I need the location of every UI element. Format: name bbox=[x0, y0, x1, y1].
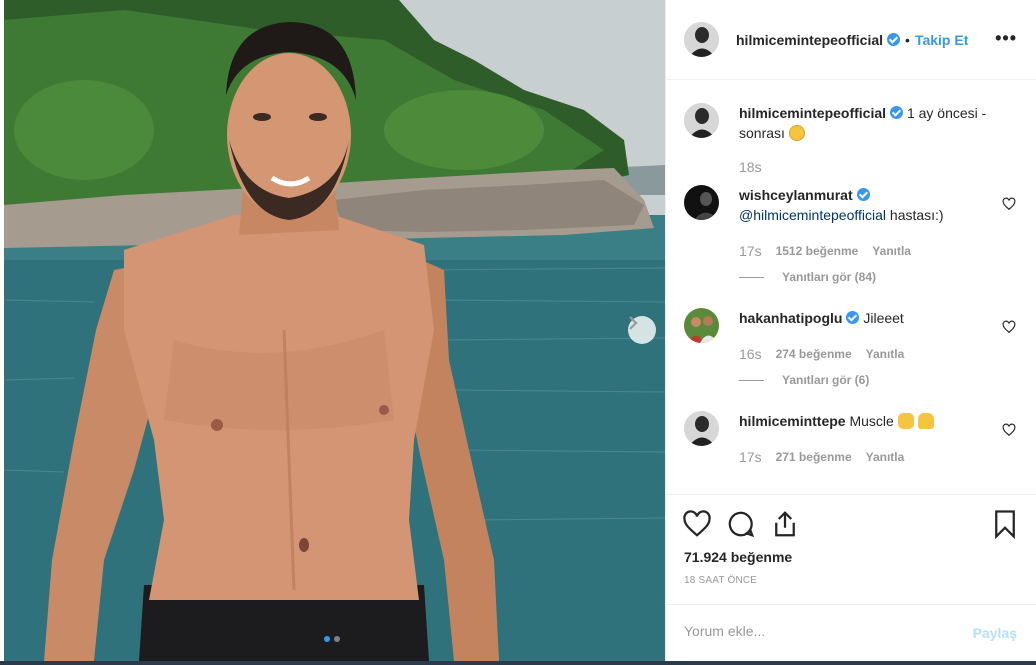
comment-time[interactable]: 17s bbox=[739, 449, 762, 465]
verified-badge-icon bbox=[846, 311, 860, 324]
comment-message: Jileeet bbox=[863, 310, 904, 326]
carousel-indicator bbox=[324, 636, 340, 642]
post-timestamp[interactable]: 18 SAAT ÖNCE bbox=[684, 575, 757, 586]
avatar[interactable] bbox=[684, 103, 719, 138]
chevron-right-icon bbox=[629, 316, 638, 330]
avatar-image bbox=[684, 411, 719, 446]
follow-button[interactable]: Takip Et bbox=[915, 32, 968, 48]
comment-text: wishceylanmurat @hilmicemintepeofficial … bbox=[739, 185, 999, 225]
avatar-image bbox=[684, 103, 719, 138]
comment-meta: 17s 271 beğenme Yanıtla bbox=[739, 449, 904, 465]
carousel-dot bbox=[334, 636, 340, 642]
comment-username[interactable]: wishceylanmurat bbox=[739, 187, 853, 203]
comment-likes[interactable]: 1512 beğenme bbox=[776, 244, 859, 258]
post-photo[interactable] bbox=[4, 0, 665, 661]
view-replies-label: Yanıtları gör (6) bbox=[782, 373, 870, 387]
fist-emoji-icon bbox=[897, 413, 914, 429]
post-comment-button[interactable]: Paylaş bbox=[973, 625, 1017, 641]
comment-text: hakanhatipoglu Jileeet bbox=[739, 308, 999, 328]
caption-meta: 18s bbox=[739, 159, 762, 175]
comment-time[interactable]: 17s bbox=[739, 243, 762, 259]
comment-like-heart-icon[interactable] bbox=[1002, 197, 1016, 211]
comment-reply-button[interactable]: Yanıtla bbox=[872, 244, 911, 258]
comment-input[interactable] bbox=[684, 623, 944, 639]
caption-text: hilmicemintepeofficial 1 ay öncesi - son… bbox=[739, 103, 999, 143]
view-replies-button[interactable]: Yanıtları gör (84) bbox=[739, 270, 876, 284]
add-comment-bar: Paylaş bbox=[666, 604, 1036, 661]
comment-text: hilmiceminttepe Muscle bbox=[739, 411, 999, 431]
comment-bubble-icon[interactable] bbox=[726, 509, 756, 539]
photo-illustration bbox=[4, 0, 665, 661]
post-panel: hilmicemintepeofficial • Takip Et ••• hi… bbox=[665, 0, 1036, 661]
caption-time[interactable]: 18s bbox=[739, 159, 762, 175]
comment-meta: 16s 274 beğenme Yanıtla bbox=[739, 346, 904, 362]
comment-likes[interactable]: 274 beğenme bbox=[776, 347, 852, 361]
share-icon[interactable] bbox=[770, 509, 800, 539]
comment-like-heart-icon[interactable] bbox=[1002, 320, 1016, 334]
verified-badge-icon bbox=[887, 33, 901, 46]
verified-badge-icon bbox=[890, 106, 904, 119]
comment-reply-button[interactable]: Yanıtla bbox=[866, 450, 905, 464]
header-username[interactable]: hilmicemintepeofficial bbox=[736, 32, 883, 48]
header-separator: • bbox=[905, 31, 910, 48]
comment-message: hastası:) bbox=[886, 207, 944, 223]
avatar[interactable] bbox=[684, 411, 719, 446]
avatar-image bbox=[684, 185, 719, 220]
post-actions: 71.924 beğenme 18 SAAT ÖNCE bbox=[666, 494, 1036, 604]
taskbar-strip bbox=[0, 661, 1036, 665]
post-modal: hilmicemintepeofficial • Takip Et ••• hi… bbox=[0, 0, 1036, 665]
bookmark-icon[interactable] bbox=[990, 509, 1020, 539]
post-header: hilmicemintepeofficial • Takip Et ••• bbox=[666, 0, 1036, 80]
comment-likes[interactable]: 271 beğenme bbox=[776, 450, 852, 464]
avatar-image bbox=[684, 22, 719, 57]
like-heart-icon[interactable] bbox=[682, 509, 712, 539]
comment-message: Muscle bbox=[849, 413, 894, 429]
avatar[interactable] bbox=[684, 308, 719, 343]
view-replies-button[interactable]: Yanıtları gör (6) bbox=[739, 373, 869, 387]
carousel-dot-active bbox=[324, 636, 330, 642]
comment-meta: 17s 1512 beğenme Yanıtla bbox=[739, 243, 911, 259]
likes-count[interactable]: 71.924 beğenme bbox=[684, 549, 792, 565]
comments-list[interactable]: hilmicemintepeofficial 1 ay öncesi - son… bbox=[666, 81, 1036, 494]
more-options-icon[interactable]: ••• bbox=[995, 28, 1017, 49]
comment-username[interactable]: hilmiceminttepe bbox=[739, 413, 846, 429]
carousel-next-button[interactable] bbox=[628, 316, 656, 344]
verified-badge-icon bbox=[856, 188, 870, 201]
comment-reply-button[interactable]: Yanıtla bbox=[866, 347, 905, 361]
comment-mention[interactable]: @hilmicemintepeofficial bbox=[739, 207, 886, 223]
avatar[interactable] bbox=[684, 22, 719, 57]
comment-username[interactable]: hakanhatipoglu bbox=[739, 310, 842, 326]
smiling-face-emoji-icon bbox=[788, 125, 805, 141]
flexed-biceps-emoji-icon bbox=[917, 413, 934, 429]
avatar-image bbox=[684, 308, 719, 343]
view-replies-label: Yanıtları gör (84) bbox=[782, 270, 877, 284]
avatar[interactable] bbox=[684, 185, 719, 220]
comment-like-heart-icon[interactable] bbox=[1002, 423, 1016, 437]
caption-username[interactable]: hilmicemintepeofficial bbox=[739, 105, 886, 121]
comment-time[interactable]: 16s bbox=[739, 346, 762, 362]
